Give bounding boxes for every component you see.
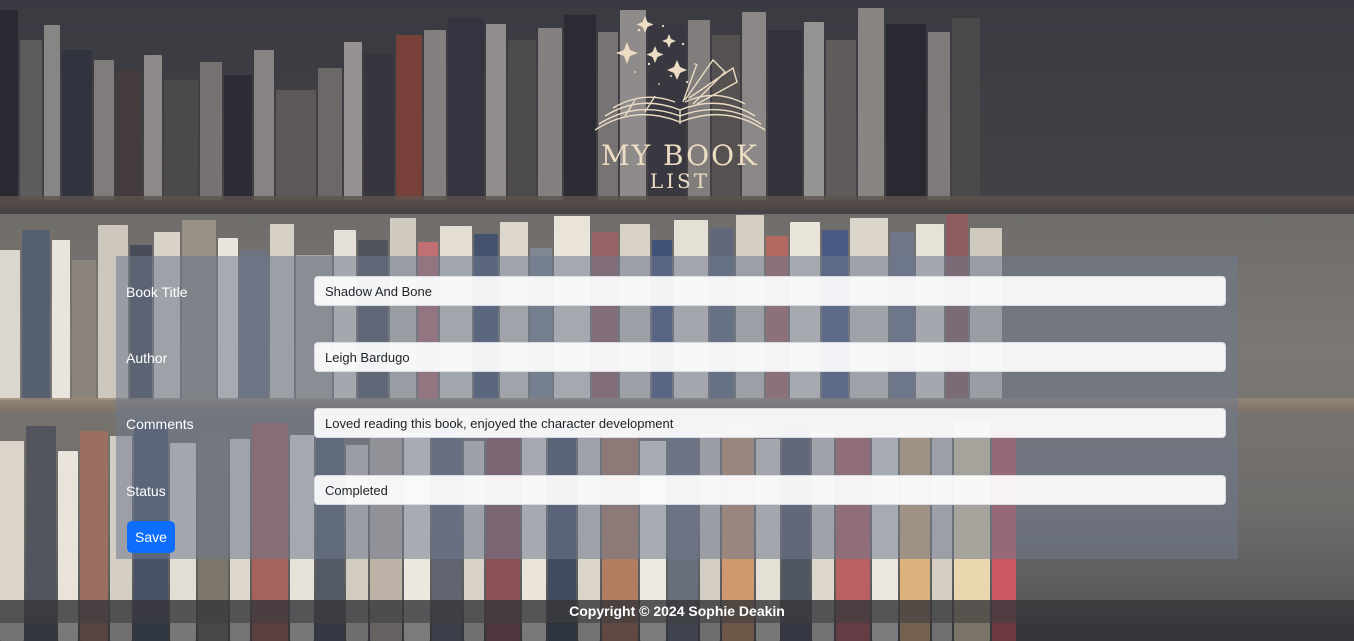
footer: Copyright © 2024 Sophie Deakin (0, 600, 1354, 623)
copyright-text: Copyright © 2024 Sophie Deakin (569, 603, 785, 619)
form-row-status: Status (116, 475, 1238, 509)
comments-label: Comments (126, 416, 194, 432)
form-row-book-title: Book Title (116, 276, 1238, 310)
author-input[interactable] (314, 342, 1226, 372)
logo-subtitle: LIST (649, 169, 711, 193)
status-label: Status (126, 483, 166, 499)
book-title-label: Book Title (126, 284, 188, 300)
status-input[interactable] (314, 475, 1226, 505)
open-book-stars-icon (594, 16, 766, 131)
logo-title: MY BOOK (601, 139, 759, 172)
form-row-comments: Comments (116, 408, 1238, 442)
book-edit-form: Book Title Author Comments Status Save (116, 256, 1238, 559)
site-logo: MY BOOK LIST (580, 12, 780, 202)
save-button[interactable]: Save (127, 521, 175, 553)
comments-input[interactable] (314, 408, 1226, 438)
book-title-input[interactable] (314, 276, 1226, 306)
author-label: Author (126, 350, 168, 366)
form-row-author: Author (116, 342, 1238, 376)
bottom-strip (0, 623, 1354, 641)
